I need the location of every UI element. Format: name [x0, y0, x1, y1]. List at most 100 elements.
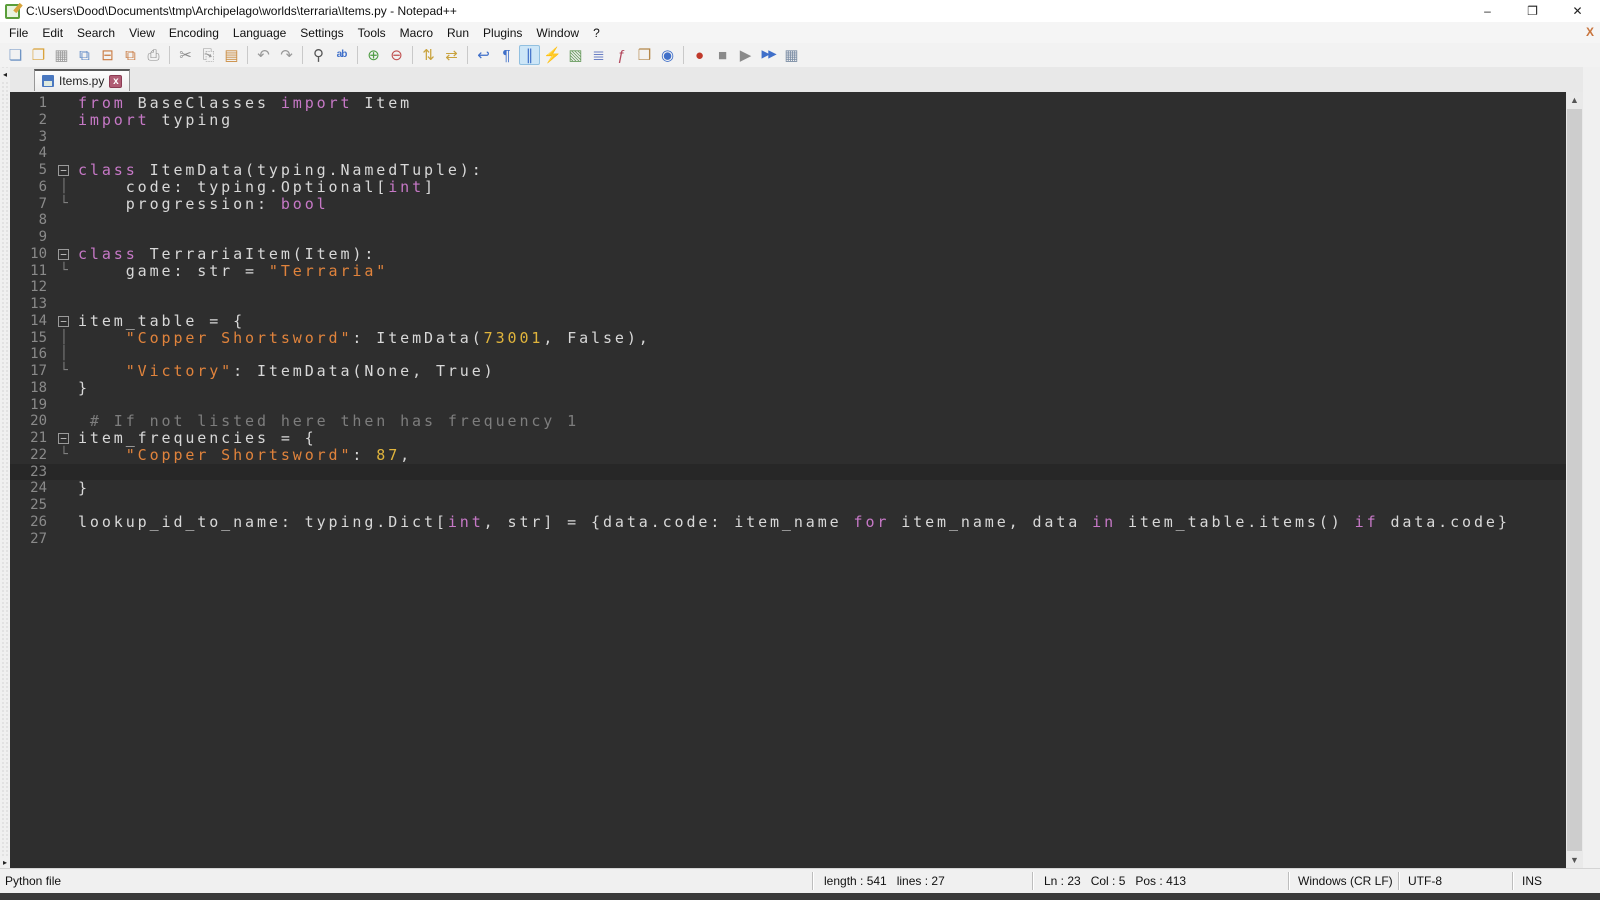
macro-play-icon[interactable]: ▶: [735, 45, 756, 65]
editor-lines[interactable]: 1from BaseClasses import Item2import typ…: [10, 92, 1566, 868]
menu-item-window[interactable]: Window: [529, 23, 586, 43]
code-line[interactable]: 19: [10, 397, 1566, 414]
code-line[interactable]: 1from BaseClasses import Item: [10, 95, 1566, 112]
close-icon[interactable]: ⊟: [97, 45, 118, 65]
code-line[interactable]: 12: [10, 279, 1566, 296]
code-line[interactable]: 20 # If not listed here then has frequen…: [10, 413, 1566, 430]
code-line[interactable]: 10−class TerrariaItem(Item):: [10, 246, 1566, 263]
code-text: item_table = {: [78, 313, 245, 330]
fold-collapse-icon[interactable]: −: [56, 430, 78, 447]
code-line[interactable]: 27: [10, 531, 1566, 548]
status-encoding[interactable]: UTF-8: [1408, 874, 1442, 888]
menu-item-edit[interactable]: Edit: [35, 23, 70, 43]
code-line[interactable]: 4: [10, 145, 1566, 162]
redo-icon[interactable]: ↷: [276, 45, 297, 65]
code-line[interactable]: 15│ "Copper Shortsword": ItemData(73001,…: [10, 330, 1566, 347]
menu-item-tools[interactable]: Tools: [351, 23, 393, 43]
status-insert-mode[interactable]: INS: [1522, 874, 1542, 888]
undo-icon[interactable]: ↶: [253, 45, 274, 65]
code-line[interactable]: 23: [10, 464, 1566, 481]
print-icon[interactable]: ⎙: [143, 45, 164, 65]
menu-item-view[interactable]: View: [122, 23, 162, 43]
sync-vertical-scroll-icon[interactable]: ⇅: [418, 45, 439, 65]
window-right-margin: [1583, 67, 1600, 868]
code-line[interactable]: 9: [10, 229, 1566, 246]
code-line[interactable]: 16│: [10, 346, 1566, 363]
code-line[interactable]: 11└ game: str = "Terraria": [10, 263, 1566, 280]
replace-icon[interactable]: ab: [331, 45, 352, 65]
save-icon[interactable]: ▦: [51, 45, 72, 65]
macro-run-multiple-icon[interactable]: ▶▶: [758, 45, 779, 65]
menu-item-plugins[interactable]: Plugins: [476, 23, 529, 43]
code-line[interactable]: 8: [10, 212, 1566, 229]
fold-collapse-icon[interactable]: −: [56, 162, 78, 179]
macro-stop-icon[interactable]: ■: [712, 45, 733, 65]
find-icon[interactable]: ⚲: [308, 45, 329, 65]
document-list-icon[interactable]: ≣: [588, 45, 609, 65]
macro-save-icon[interactable]: ▦: [781, 45, 802, 65]
paste-icon[interactable]: ▤: [221, 45, 242, 65]
code-line[interactable]: 18}: [10, 380, 1566, 397]
menu-item-search[interactable]: Search: [70, 23, 122, 43]
save-all-icon[interactable]: ⧉: [74, 45, 95, 65]
close-all-icon[interactable]: ⧉: [120, 45, 141, 65]
indent-guide-icon[interactable]: ∥: [519, 45, 540, 65]
sync-horizontal-scroll-icon[interactable]: ⇄: [441, 45, 462, 65]
code-line[interactable]: 22└ "Copper Shortsword": 87,: [10, 447, 1566, 464]
close-document-icon[interactable]: X: [1586, 25, 1594, 39]
dock-grip-strip[interactable]: [0, 67, 10, 870]
code-line[interactable]: 6│ code: typing.Optional[int]: [10, 179, 1566, 196]
code-line[interactable]: 17└ "Victory": ItemData(None, True): [10, 363, 1566, 380]
code-text: code: typing.Optional[int]: [78, 179, 436, 196]
vertical-scrollbar[interactable]: ▲ ▼: [1566, 92, 1583, 868]
open-icon[interactable]: ❐: [28, 45, 49, 65]
function-list-icon[interactable]: ƒ: [611, 45, 632, 65]
fold-collapse-icon[interactable]: −: [56, 246, 78, 263]
copy-icon[interactable]: ⎘: [198, 45, 219, 65]
fold-margin: [56, 279, 78, 296]
word-wrap-icon[interactable]: ↩: [473, 45, 494, 65]
code-line[interactable]: 21−item_frequencies = {: [10, 430, 1566, 447]
document-map-icon[interactable]: ▧: [565, 45, 586, 65]
tab-items-py[interactable]: Items.py x: [34, 69, 130, 91]
code-line[interactable]: 3: [10, 129, 1566, 146]
scroll-up-icon[interactable]: ▲: [1566, 92, 1583, 108]
grip-expand-right-icon[interactable]: ▸: [0, 858, 10, 868]
monitoring-icon[interactable]: ◉: [657, 45, 678, 65]
code-text: import typing: [78, 112, 233, 129]
macro-record-icon[interactable]: ●: [689, 45, 710, 65]
menu-item-run[interactable]: Run: [440, 23, 476, 43]
menu-item-language[interactable]: Language: [226, 23, 293, 43]
grip-collapse-left-icon[interactable]: ◂: [0, 70, 10, 80]
new-file-icon[interactable]: ❏: [5, 45, 26, 65]
show-all-characters-icon[interactable]: ¶: [496, 45, 517, 65]
status-eol-format[interactable]: Windows (CR LF): [1298, 874, 1393, 888]
menu-item-file[interactable]: File: [2, 23, 35, 43]
line-number: 25: [10, 497, 56, 514]
zoom-out-icon[interactable]: ⊖: [386, 45, 407, 65]
cut-icon[interactable]: ✂: [175, 45, 196, 65]
code-line[interactable]: 24}: [10, 480, 1566, 497]
menu-item-settings[interactable]: Settings: [293, 23, 350, 43]
code-line[interactable]: 5−class ItemData(typing.NamedTuple):: [10, 162, 1566, 179]
folder-as-workspace-icon[interactable]: ❒: [634, 45, 655, 65]
menu-item-encoding[interactable]: Encoding: [162, 23, 226, 43]
minimize-button[interactable]: –: [1465, 0, 1510, 22]
scroll-down-icon[interactable]: ▼: [1566, 852, 1583, 868]
close-button[interactable]: ✕: [1555, 0, 1600, 22]
code-line[interactable]: 13: [10, 296, 1566, 313]
menu-bar: FileEditSearchViewEncodingLanguageSettin…: [0, 22, 1600, 43]
code-line[interactable]: 25: [10, 497, 1566, 514]
tab-close-icon[interactable]: x: [109, 75, 122, 88]
scrollbar-thumb[interactable]: [1567, 109, 1582, 851]
menu-item-[interactable]: ?: [586, 23, 607, 43]
code-line[interactable]: 14−item_table = {: [10, 313, 1566, 330]
define-language-icon[interactable]: ⚡: [542, 45, 563, 65]
zoom-in-icon[interactable]: ⊕: [363, 45, 384, 65]
menu-item-macro[interactable]: Macro: [393, 23, 440, 43]
code-line[interactable]: 26lookup_id_to_name: typing.Dict[int, st…: [10, 514, 1566, 531]
code-line[interactable]: 2import typing: [10, 112, 1566, 129]
code-line[interactable]: 7└ progression: bool: [10, 196, 1566, 213]
restore-button[interactable]: ❐: [1510, 0, 1555, 22]
fold-collapse-icon[interactable]: −: [56, 313, 78, 330]
